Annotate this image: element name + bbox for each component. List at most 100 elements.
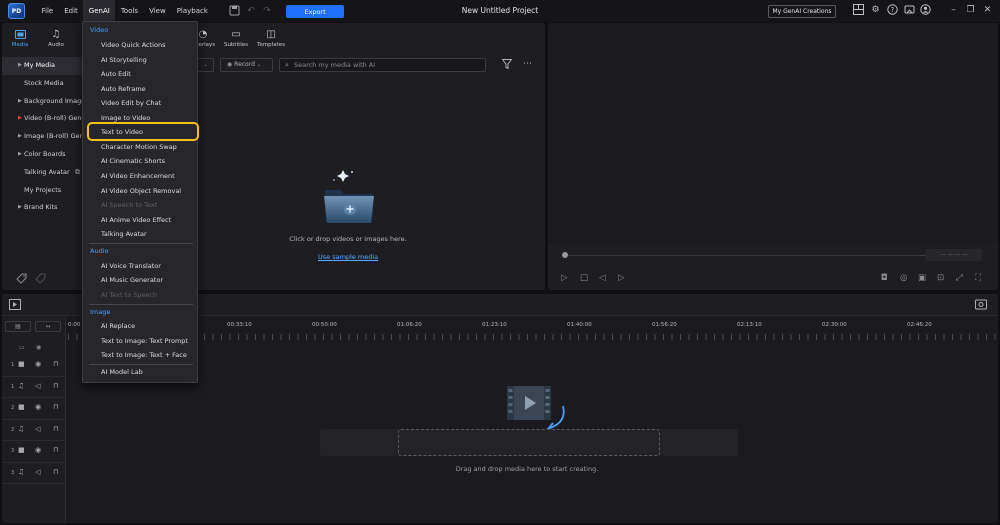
svg-text:?: ? [891, 6, 895, 14]
menu-item-image-to-video[interactable]: Image to Video [101, 114, 150, 122]
audio-track-icon: ♫ [18, 467, 25, 476]
track-row[interactable]: 1 ♫ ◁ ⊓ [2, 377, 66, 398]
menu-view[interactable]: View [144, 0, 172, 22]
menu-file[interactable]: File [36, 0, 59, 22]
menu-tools[interactable]: Tools [115, 0, 143, 22]
restore-icon[interactable]: ❐ [964, 4, 977, 17]
sidebar-item-image-broll-generator[interactable]: ▶Image (B-roll) Generator [2, 128, 85, 146]
stop-icon[interactable]: □ [580, 273, 588, 283]
more-options-icon[interactable]: ⋯ [523, 59, 532, 69]
previous-frame-icon[interactable]: ◁ [599, 273, 606, 283]
menu-edit[interactable]: Edit [59, 0, 84, 22]
track-row[interactable]: 3 ♫ ◁ ⊓ [2, 463, 66, 484]
menu-item-ai-video-object-removal[interactable]: AI Video Object Removal [101, 187, 181, 195]
menu-item-talking-avatar[interactable]: Talking Avatar [101, 230, 147, 238]
tab-templates[interactable]: ◫ Templates [253, 23, 289, 53]
redo-icon[interactable]: ↷ [261, 5, 273, 17]
sidebar-item-video-broll-generator[interactable]: ▶Video (B-roll) Generator [2, 110, 85, 128]
preview-quality-icon[interactable]: ▣ [918, 273, 926, 283]
eye-icon[interactable]: ◉ [35, 360, 41, 368]
my-genai-creations-button[interactable]: My GenAI Creations [768, 5, 836, 18]
menu-item-ai-replace[interactable]: AI Replace [101, 322, 135, 330]
menu-item-text-to-image-text-prompt[interactable]: Text to Image: Text Prompt [101, 337, 188, 345]
fit-timeline-button[interactable]: ↔ [35, 321, 61, 332]
sidebar-item-my-projects[interactable]: My Projects [2, 182, 85, 200]
add-tag-icon[interactable] [16, 273, 27, 287]
lock-icon[interactable]: ⊓ [53, 360, 58, 368]
sidebar-item-talking-avatar[interactable]: Talking Avatar ⧉ [2, 164, 85, 182]
record-button[interactable]: ◉ Record ⌄ [220, 58, 273, 72]
notification-icon[interactable] [903, 4, 916, 17]
track-row[interactable]: 1 ■ ◉ ⊓ [2, 355, 66, 377]
sidebar-item-my-media[interactable]: ▶ My Media [2, 57, 85, 75]
track-manager-button[interactable]: ▤ [5, 321, 31, 332]
lock-icon[interactable]: ⊓ [53, 382, 58, 390]
save-icon[interactable] [228, 5, 240, 17]
menu-item-ai-text-to-speech[interactable]: AI Text to Speech [101, 291, 157, 299]
sidebar-item-brand-kits[interactable]: ▶ Brand Kits [2, 199, 85, 217]
speaker-icon[interactable]: ◁ [35, 425, 40, 433]
menu-genai[interactable]: GenAI [83, 0, 116, 22]
menu-item-video-quick-actions[interactable]: Video Quick Actions [101, 41, 165, 49]
zoom-fit-icon[interactable]: ⊡ [937, 273, 944, 283]
minimize-icon[interactable]: – [947, 4, 960, 17]
fullscreen-icon[interactable]: ⛶ [975, 273, 981, 283]
sidebar-item-color-boards[interactable]: ▶ Color Boards [2, 146, 85, 164]
menu-item-auto-reframe[interactable]: Auto Reframe [101, 85, 146, 93]
tab-media[interactable]: Media [2, 23, 38, 53]
expand-icon[interactable]: ⤢ [956, 273, 963, 283]
export-button[interactable]: Export [286, 5, 344, 18]
tab-subtitles[interactable]: ▭ Subtitles [218, 23, 254, 53]
timeline-ruler[interactable]: 0:00 00:33:10 00:50:00 01:06:20 01:23:10… [68, 317, 998, 341]
menu-item-ai-anime-video-effect[interactable]: AI Anime Video Effect [101, 216, 171, 224]
menu-item-character-motion-swap[interactable]: Character Motion Swap [101, 143, 177, 151]
sidebar-item-stock-media[interactable]: Stock Media [2, 75, 85, 93]
timeline-drop-target[interactable] [398, 429, 660, 456]
menu-item-text-to-image-text-face[interactable]: Text to Image: Text + Face [101, 351, 187, 359]
filter-icon[interactable] [501, 59, 513, 72]
track-row[interactable]: 3 ■ ◉ ⊓ [2, 441, 66, 463]
timeline-settings-icon[interactable] [975, 299, 987, 312]
tab-audio[interactable]: ♫ Audio [38, 23, 74, 53]
undo-icon[interactable]: ↶ [245, 5, 257, 17]
help-icon[interactable]: ? [886, 4, 899, 17]
settings-gear-icon[interactable]: ⚙ [869, 4, 882, 17]
timeline-mode-icon[interactable] [9, 299, 21, 312]
volume-icon[interactable]: ◎ [900, 273, 907, 283]
use-sample-media-link[interactable]: Use sample media [318, 253, 378, 261]
all-tracks-visibility-icon[interactable]: ◉ [36, 344, 41, 351]
eye-icon[interactable]: ◉ [35, 446, 41, 454]
preview-scrubber-track[interactable] [565, 255, 935, 256]
lock-icon[interactable]: ⊓ [53, 425, 58, 433]
menu-item-ai-voice-translator[interactable]: AI Voice Translator [101, 262, 161, 270]
track-row[interactable]: 2 ♫ ◁ ⊓ [2, 420, 66, 441]
menu-item-ai-video-enhancement[interactable]: AI Video Enhancement [101, 172, 175, 180]
close-icon[interactable]: ✕ [981, 4, 994, 17]
menu-item-ai-speech-to-text[interactable]: AI Speech to Text [101, 201, 157, 209]
lock-icon[interactable]: ⊓ [53, 403, 58, 411]
sidebar-item-background-images[interactable]: ▶ Background Images [2, 93, 85, 111]
play-icon[interactable]: ▷ [561, 273, 568, 283]
speaker-icon[interactable]: ◁ [35, 382, 40, 390]
menu-item-ai-music-generator[interactable]: AI Music Generator [101, 276, 163, 284]
menu-item-video-edit-by-chat[interactable]: Video Edit by Chat [101, 99, 161, 107]
layout-icon[interactable] [852, 4, 865, 17]
track-row[interactable]: 2 ■ ◉ ⊓ [2, 398, 66, 420]
menu-item-ai-model-lab[interactable]: AI Model Lab [101, 368, 143, 376]
menu-playback[interactable]: Playback [171, 0, 213, 22]
remove-tag-icon[interactable] [35, 273, 46, 287]
all-tracks-lock-icon[interactable]: ▭ [19, 344, 25, 351]
media-filter-dropdown[interactable]: ⌄ [197, 58, 214, 72]
menu-item-ai-storytelling[interactable]: AI Storytelling [101, 56, 147, 64]
eye-icon[interactable]: ◉ [35, 403, 41, 411]
lock-icon[interactable]: ⊓ [53, 446, 58, 454]
menu-item-ai-cinematic-shorts[interactable]: AI Cinematic Shorts [101, 157, 165, 165]
preview-scrubber-handle[interactable] [562, 252, 568, 258]
search-input[interactable] [294, 61, 479, 69]
next-frame-icon[interactable]: ▷ [618, 273, 625, 283]
account-icon[interactable] [919, 4, 932, 17]
snapshot-camera-icon[interactable]: ◘ [881, 273, 888, 283]
menu-item-auto-edit[interactable]: Auto Edit [101, 70, 131, 78]
lock-icon[interactable]: ⊓ [53, 468, 58, 476]
speaker-icon[interactable]: ◁ [35, 468, 40, 476]
